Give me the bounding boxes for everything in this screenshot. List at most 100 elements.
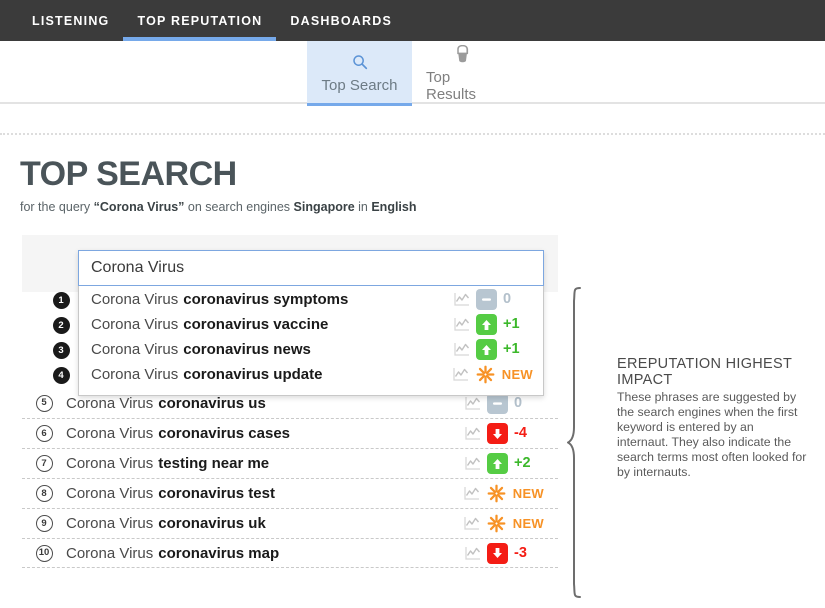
note-body: These phrases are suggested by the searc… <box>617 390 807 480</box>
rank-cell: 3 <box>44 338 78 363</box>
sparkline-chart-icon <box>465 427 481 440</box>
query-base: Corona Virus <box>91 341 179 358</box>
search-input-value: Corona Virus <box>91 259 185 276</box>
trend-indicator: +2 <box>464 453 558 474</box>
suggestion-term: coronavirus uk <box>158 515 266 532</box>
suggestion-term: coronavirus update <box>183 366 323 383</box>
suggestion-text: Corona Virus coronavirus uk <box>66 515 463 532</box>
trend-indicator: 0 <box>453 289 543 310</box>
suggestion-text: Corona Virus coronavirus news <box>91 341 453 358</box>
suggestion-text: Corona Virus coronavirus vaccine <box>91 316 453 333</box>
suggestion-row[interactable]: Corona Virus coronavirus vaccine +1 <box>79 312 543 337</box>
subtitle-language: English <box>371 200 417 214</box>
suggestion-term: coronavirus map <box>158 544 280 562</box>
query-base: Corona Virus <box>66 455 154 472</box>
rank-cell: 8 <box>22 485 66 502</box>
note-title: EREPUTATION HIGHEST IMPACT <box>617 356 792 389</box>
suggestion-text: Corona Virus coronavirus symptoms <box>91 291 453 308</box>
trend-indicator: NEW <box>452 364 543 385</box>
new-star-icon <box>476 365 495 384</box>
sparkline-chart-icon <box>453 368 468 381</box>
trend-indicator: NEW <box>463 483 558 504</box>
trend-indicator: -4 <box>464 423 558 444</box>
nav-item-dashboards[interactable]: DASHBOARDS <box>276 0 406 41</box>
subtitle-engine: Singapore <box>293 200 355 214</box>
table-row[interactable]: 6 Corona Virus coronavirus cases -4 <box>22 418 558 448</box>
top-navigation-bar: LISTENING TOP REPUTATION DASHBOARDS <box>0 0 825 41</box>
suggestion-row[interactable]: Corona Virus coronavirus news +1 <box>79 337 543 362</box>
page-title: TOP SEARCH <box>20 155 237 193</box>
sparkline-chart-icon <box>465 396 481 410</box>
suggestion-text: Corona Virus coronavirus cases <box>66 425 464 442</box>
sparkline-chart-icon <box>454 318 470 331</box>
search-suggestions-dropdown: Corona Virus Corona Virus coronavirus sym… <box>78 250 544 396</box>
suggestion-text: Corona Virus testing near me <box>66 455 464 472</box>
rank-cell: 1 <box>44 288 78 313</box>
sparkline-chart-icon <box>464 487 479 500</box>
suggestion-term: coronavirus cases <box>158 425 291 442</box>
rank-delta: NEW <box>512 486 544 501</box>
rank-cell: 6 <box>22 425 66 442</box>
rank-badge: 2 <box>52 317 70 334</box>
rank-cell: 4 <box>44 363 78 388</box>
subtitle-in: in <box>354 200 372 214</box>
rank-badge: 9 <box>35 515 53 532</box>
suggestion-items: Corona Virus coronavirus symptoms 0 Corona … <box>79 285 543 395</box>
rank-badge: 7 <box>35 455 53 472</box>
rank-delta: +2 <box>514 455 531 472</box>
trend-indicator: +1 <box>453 339 543 360</box>
sub-tab-bar: Top Search Top Results <box>0 41 825 106</box>
trend-indicator: NEW <box>463 513 558 534</box>
sparkline-chart-icon <box>454 343 470 356</box>
trend-down-chip <box>487 542 508 564</box>
suggestion-term: coronavirus test <box>158 485 275 502</box>
query-base: Corona Virus <box>91 291 179 308</box>
rank-cell: 5 <box>22 394 66 412</box>
new-star-icon <box>487 514 506 533</box>
suggestion-term: coronavirus vaccine <box>183 316 329 333</box>
new-star-icon <box>487 484 506 503</box>
rank-delta: +1 <box>503 316 520 333</box>
suggestion-term: testing near me <box>158 455 270 472</box>
search-input[interactable]: Corona Virus <box>78 250 544 286</box>
table-row[interactable]: 9 Corona Virus coronavirus uk NEW <box>22 508 558 538</box>
nav-item-label: TOP REPUTATION <box>137 13 263 28</box>
nav-item-listening[interactable]: LISTENING <box>18 0 123 41</box>
trend-new-chip <box>486 513 507 534</box>
trend-up-chip <box>487 453 508 474</box>
rank-delta: +1 <box>503 341 520 358</box>
query-base: Corona Virus <box>66 394 154 412</box>
sparkline-chart-icon <box>465 546 481 560</box>
section-divider <box>0 133 825 135</box>
rank-delta: 0 <box>503 291 512 308</box>
suggestion-text: Corona Virus coronavirus update <box>91 366 452 383</box>
rank-badge: 1 <box>52 292 70 309</box>
rank-cell: 10 <box>22 544 66 562</box>
suggestion-row[interactable]: Corona Virus coronavirus update NEW <box>79 362 543 387</box>
rank-delta: 0 <box>514 394 523 411</box>
grouping-brace <box>566 285 596 605</box>
rank-cell: 7 <box>22 455 66 472</box>
tab-top-results[interactable]: Top Results <box>412 41 514 104</box>
tab-top-search[interactable]: Top Search <box>307 41 412 106</box>
paint-bucket-icon <box>455 43 472 65</box>
subtitle-query: “Corona Virus” <box>93 200 185 214</box>
table-row[interactable]: 7 Corona Virus testing near me +2 <box>22 448 558 478</box>
rank-badge: 8 <box>35 485 53 502</box>
table-row[interactable]: 8 Corona Virus coronavirus test NEW <box>22 478 558 508</box>
table-row[interactable]: 10 Corona Virus coronavirus map -3 <box>22 538 558 568</box>
subtitle-mid: on search engines <box>184 200 294 214</box>
suggestion-term: coronavirus symptoms <box>183 291 349 308</box>
query-base: Corona Virus <box>66 544 154 562</box>
suggestion-row[interactable]: Corona Virus coronavirus symptoms 0 <box>79 287 543 312</box>
nav-item-top-reputation[interactable]: TOP REPUTATION <box>123 0 277 41</box>
query-base: Corona Virus <box>66 485 154 502</box>
trend-flat-chip <box>476 289 497 310</box>
rank-cell: 2 <box>44 313 78 338</box>
suggestion-term: coronavirus news <box>183 341 311 358</box>
trend-new-chip <box>486 483 507 504</box>
query-base: Corona Virus <box>66 515 154 532</box>
rank-badge: 3 <box>52 342 70 359</box>
rank-badge: 4 <box>52 367 70 384</box>
suggestion-text: Corona Virus coronavirus us <box>66 395 464 412</box>
